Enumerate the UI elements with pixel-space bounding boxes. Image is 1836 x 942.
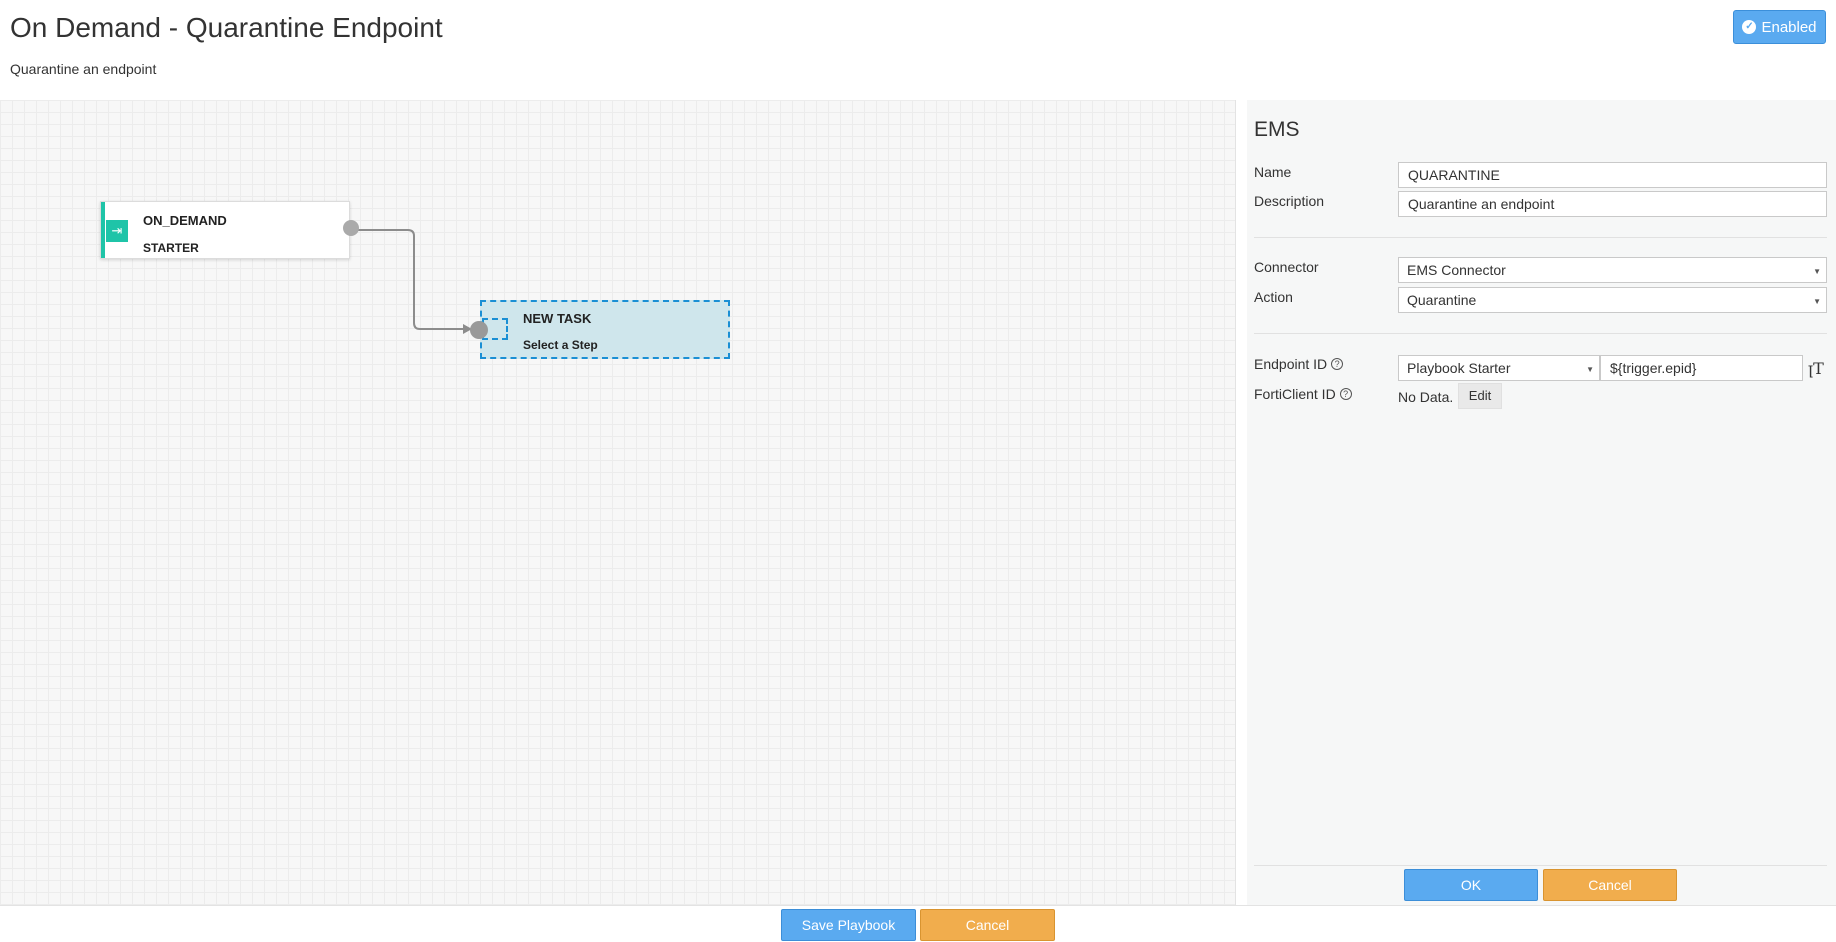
page-header: On Demand - Quarantine Endpoint Quaranti… (0, 0, 1836, 100)
footer-cancel-button[interactable]: Cancel (920, 909, 1055, 941)
section-divider (1254, 865, 1827, 866)
endpoint-source-select[interactable]: Playbook Starter ▼ (1398, 355, 1600, 381)
no-data-text: No Data. (1398, 389, 1454, 405)
ok-button[interactable]: OK (1404, 869, 1538, 901)
name-input[interactable] (1398, 162, 1827, 188)
help-icon[interactable]: ? (1339, 388, 1352, 400)
enabled-toggle-button[interactable]: ✓ Enabled (1733, 10, 1826, 44)
check-circle-icon: ✓ (1742, 20, 1757, 34)
action-select[interactable]: Quarantine ▼ (1398, 287, 1827, 313)
endpoint-id-label: Endpoint ID? (1254, 356, 1344, 372)
output-port[interactable] (343, 220, 359, 236)
page-subtitle: Quarantine an endpoint (10, 61, 157, 77)
task-node[interactable]: NEW TASK Select a Step (480, 300, 730, 359)
caret-down-icon: ▼ (1813, 297, 1821, 306)
edit-button[interactable]: Edit (1458, 383, 1502, 409)
section-divider (1254, 333, 1827, 334)
page-footer: Save Playbook Cancel (0, 905, 1836, 942)
section-divider (1254, 237, 1827, 238)
starter-node-accent (101, 202, 105, 258)
starter-node-subtitle: STARTER (143, 241, 199, 255)
panel-cancel-button[interactable]: Cancel (1543, 869, 1677, 901)
caret-down-icon: ▼ (1586, 365, 1594, 374)
step-config-panel: EMS Name Description Connector EMS Conne… (1247, 100, 1836, 905)
enabled-label: Enabled (1761, 18, 1817, 36)
task-node-subtitle: Select a Step (523, 338, 598, 352)
action-label: Action (1254, 289, 1293, 305)
text-format-icon[interactable]: ꞁT (1808, 359, 1824, 378)
page-title: On Demand - Quarantine Endpoint (10, 12, 443, 43)
connector-label: Connector (1254, 259, 1319, 275)
caret-down-icon: ▼ (1813, 267, 1821, 276)
connector-select[interactable]: EMS Connector ▼ (1398, 257, 1827, 283)
help-icon[interactable]: ? (1331, 358, 1344, 370)
save-playbook-button[interactable]: Save Playbook (781, 909, 916, 941)
login-arrow-icon: ⇥ (106, 220, 128, 242)
name-label: Name (1254, 164, 1292, 180)
playbook-canvas[interactable]: ⇥ ON_DEMAND STARTER NEW TASK Select a St… (0, 100, 1236, 905)
task-node-title: NEW TASK (523, 311, 592, 326)
starter-node-title: ON_DEMAND (143, 213, 227, 228)
endpoint-expression-input[interactable] (1600, 355, 1803, 381)
description-input[interactable] (1398, 191, 1827, 217)
input-port[interactable] (470, 321, 488, 339)
forticlient-id-label: FortiClient ID? (1254, 386, 1352, 402)
panel-title: EMS (1254, 118, 1300, 141)
description-label: Description (1254, 193, 1325, 209)
starter-node[interactable]: ⇥ ON_DEMAND STARTER (100, 201, 350, 259)
